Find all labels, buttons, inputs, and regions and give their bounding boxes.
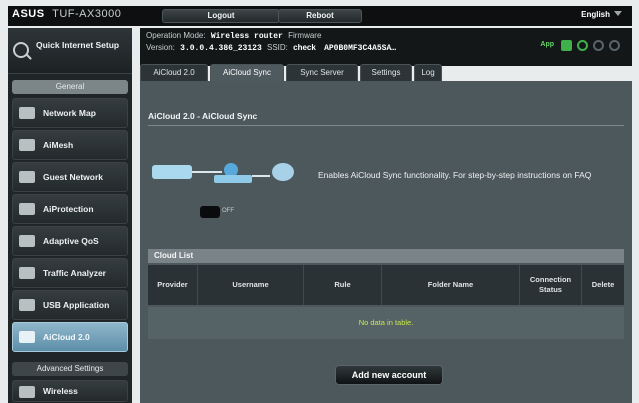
sidebar: Quick Internet Setup General Network Map… [8,28,132,403]
traffic-icon [19,267,35,279]
status-user-icon[interactable] [593,40,604,51]
table-column-headers: Provider Username Rule Folder Name Conne… [148,265,624,305]
advanced-settings-header: Advanced Settings [12,362,128,376]
ssid-extra-value: AP0B0MF3C4A5SA… [324,44,397,53]
operation-mode-row: Operation Mode: Wireless router Firmware [146,31,322,41]
tab-log[interactable]: Log [414,64,442,81]
wireless-icon [19,386,35,398]
language-select[interactable]: English [581,10,610,19]
column-username: Username [198,265,304,305]
empty-table-message: No data in table. [148,307,624,339]
app-label[interactable]: App [540,41,554,48]
firmware-version-value[interactable]: 3.0.0.4.386_23123 [180,44,262,53]
model-name: TUF-AX3000 [52,8,122,20]
usb-icon [19,299,35,311]
sidebar-item-adaptive-qos[interactable]: Adaptive QoS [12,226,128,256]
main-panel: AiCloud 2.0 - AiCloud Sync Enables AiClo… [140,81,632,403]
column-delete: Delete [591,280,615,289]
enable-toggle[interactable] [200,206,220,218]
tab-settings[interactable]: Settings [360,64,412,81]
add-new-account-button[interactable]: Add new account [335,365,443,385]
column-provider: Provider [148,265,198,305]
tab-sync-server[interactable]: Sync Server [286,64,358,81]
connector-line [252,175,270,177]
version-row: Version: 3.0.0.4.386_23123 SSID: check A… [146,43,397,53]
sidebar-item-aicloud[interactable]: AiCloud 2.0 [12,322,128,352]
sidebar-item-traffic-analyzer[interactable]: Traffic Analyzer [12,258,128,288]
column-connection-status: Connection Status [520,265,582,305]
sidebar-item-guest-network[interactable]: Guest Network [12,162,128,192]
connector-line [192,171,222,173]
page-title: AiCloud 2.0 - AiCloud Sync [148,111,258,121]
tab-aicloud[interactable]: AiCloud 2.0 [140,64,208,81]
column-folder-name: Folder Name [382,265,520,305]
sync-illustration [152,149,302,189]
router-base-icon [214,175,252,183]
logout-button[interactable]: Logout [162,9,280,23]
aimesh-icon [19,139,35,151]
sidebar-item-network-map[interactable]: Network Map [12,98,128,128]
status-settings-icon[interactable] [609,40,620,51]
logo: ASUS TUF-AX3000 [12,8,122,20]
cloud-storage-icon [152,165,192,179]
status-header: Operation Mode: Wireless router Firmware… [140,28,632,66]
shield-icon [19,203,35,215]
network-map-icon [19,107,35,119]
toggle-label: OFF [222,208,234,214]
description-text: Enables AiCloud Sync functionality. For … [318,170,592,180]
sidebar-item-aimesh[interactable]: AiMesh [12,130,128,160]
sidebar-item-aiprotection[interactable]: AiProtection [12,194,128,224]
sidebar-item-usb-application[interactable]: USB Application [12,290,128,320]
ssid-value: check [293,43,316,52]
cloud-list-header: Cloud List [148,249,624,263]
status-globe-icon[interactable] [561,40,572,51]
operation-mode-value[interactable]: Wireless router [211,32,283,41]
top-bar: ASUS TUF-AX3000 Logout Reboot English [8,6,632,26]
tab-aicloud-sync[interactable]: AiCloud Sync [210,64,284,81]
general-section-header: General [12,80,128,94]
column-rule: Rule [304,265,382,305]
qos-icon [19,235,35,247]
reboot-button[interactable]: Reboot [278,9,362,23]
usb-drive-icon [272,163,294,181]
search-icon [13,42,29,58]
status-usb-icon[interactable] [577,40,588,51]
divider [148,125,624,126]
chevron-down-icon[interactable] [614,11,622,16]
cloud-icon [19,331,35,343]
quick-internet-setup-button[interactable]: Quick Internet Setup [8,28,132,74]
sidebar-item-wireless[interactable]: Wireless [12,380,128,402]
guest-network-icon [19,171,35,183]
